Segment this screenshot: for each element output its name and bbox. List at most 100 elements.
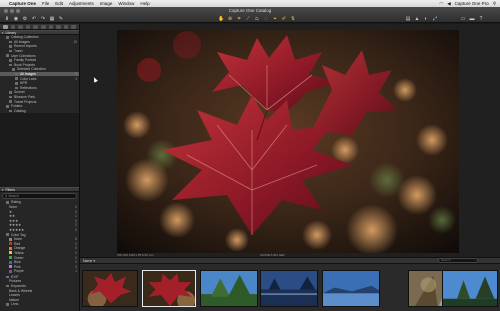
fullscreen-icon[interactable]: ⤢: [432, 16, 438, 22]
help-icon[interactable]: ?: [478, 16, 484, 22]
proof-icon[interactable]: ◐: [423, 16, 429, 22]
volume-icon[interactable]: ◀: [447, 1, 450, 7]
cursor-tools-group: ✋ ⊕ ⌗ ⟋ ⏢ ◌ ⌖ ✐ ⇅: [218, 15, 296, 22]
browser-search-input[interactable]: Search: [438, 258, 478, 263]
menu-app[interactable]: Capture One: [9, 1, 36, 6]
folder-icon: [9, 58, 12, 62]
color-tag-purple[interactable]: Purple 1: [0, 269, 79, 274]
spot-removal-icon[interactable]: ◌: [263, 16, 269, 22]
browser-toolbar: Name ▾ Search: [80, 257, 500, 264]
thumbnail[interactable]: [442, 270, 498, 307]
clock-icon: [9, 45, 12, 48]
wifi-icon[interactable]: ◠: [439, 1, 443, 7]
color-swatch-icon: [9, 265, 12, 269]
window-title: Capture One Catalog: [228, 8, 272, 13]
tools-icon[interactable]: ✎: [58, 16, 64, 22]
pan-icon[interactable]: ✋: [218, 16, 224, 22]
thumbnail-image: [143, 271, 195, 306]
toolbar-right-group: ▤ ▲ ◐ ⤢: [405, 15, 438, 22]
tab-output[interactable]: [71, 24, 76, 29]
triangle-icon: [6, 303, 9, 306]
lens-header[interactable]: Lens: [0, 302, 79, 307]
exposure-warning-icon[interactable]: ▲: [414, 16, 420, 22]
tab-details[interactable]: [48, 24, 54, 29]
thumbnail-image: [261, 271, 317, 306]
main-photo[interactable]: [117, 30, 459, 253]
triangle-icon: [6, 54, 9, 57]
color-swatch-icon: [9, 269, 12, 273]
tab-library[interactable]: [3, 24, 8, 29]
collapse-arrow-icon: ▾: [2, 187, 4, 192]
crop-icon[interactable]: ⌗: [236, 16, 242, 22]
thumbnail[interactable]: [260, 270, 318, 307]
toolbar-far-right-group: ▭ ▬ ?: [460, 15, 484, 22]
toolbar-left-group: ⬇ ◉ ⚙ ↶ ↷ ▦ ✎: [4, 15, 64, 22]
tab-color[interactable]: [18, 24, 23, 29]
tab-exposure[interactable]: [25, 24, 31, 29]
straighten-icon[interactable]: ⟋: [245, 16, 251, 22]
menu-image[interactable]: Image: [100, 1, 113, 6]
thumbnail[interactable]: [322, 270, 380, 307]
sort-dropdown[interactable]: Name ▾: [83, 259, 95, 263]
annotate-icon[interactable]: ✐: [281, 16, 287, 22]
menu-file[interactable]: File: [42, 1, 49, 6]
zoom-icon[interactable]: ⊕: [227, 16, 233, 22]
triangle-icon: [6, 104, 9, 108]
filmstrip: [80, 264, 500, 311]
thumbnail-image: [323, 271, 379, 306]
album-icon: [12, 68, 15, 71]
browser-toggle-icon[interactable]: ▬: [469, 16, 475, 22]
white-balance-icon[interactable]: ⌖: [272, 16, 278, 22]
trash-icon: [9, 49, 12, 53]
filters-section-header[interactable]: ▾ Filters: [0, 187, 79, 193]
grid-view-icon[interactable]: ▤: [405, 16, 411, 22]
window-toolbar: Capture One Catalog ⬇ ◉ ⚙ ↶ ↷ ▦ ✎ ✋ ⊕ ⌗ …: [0, 7, 500, 23]
color-swatch-icon: [9, 242, 12, 246]
menu-bar: Capture One File Edit Adjustments Image …: [0, 0, 500, 7]
thumbnail[interactable]: [200, 270, 258, 307]
album-icon: [15, 72, 18, 76]
copy-apply-icon[interactable]: ⇅: [290, 16, 296, 22]
folder-icon: [9, 95, 12, 99]
autumn-leaf-photo: [117, 30, 459, 253]
tab-lens[interactable]: [33, 24, 38, 29]
menu-right-text: Capture One Pro: [454, 1, 489, 6]
album-icon: [15, 77, 18, 80]
color-tag-list: None 8 Red 0 Orange 0 Yellow 0 Green 0 Blue 0 Pink 0 P…: [0, 237, 79, 274]
filter-search-input[interactable]: ⚲ Search: [2, 193, 77, 200]
redo-icon[interactable]: ↷: [40, 16, 46, 22]
thumbnail[interactable]: [142, 270, 196, 307]
photos-icon: [9, 40, 12, 44]
menu-adjustments[interactable]: Adjustments: [69, 1, 94, 6]
album-icon: [15, 81, 18, 85]
folder-icon: [9, 63, 12, 67]
triangle-icon: [6, 201, 9, 204]
menu-help[interactable]: Help: [140, 1, 149, 6]
color-swatch-icon: [9, 251, 12, 255]
color-swatch-icon: [9, 260, 12, 264]
import-icon[interactable]: ⬇: [4, 16, 10, 22]
color-swatch-icon: [9, 256, 12, 260]
color-swatch-icon: [9, 246, 12, 250]
tab-adjustments[interactable]: [56, 24, 61, 29]
undo-icon[interactable]: ↶: [31, 16, 37, 22]
capture-icon[interactable]: ◉: [13, 16, 19, 22]
tools-panel: ▾ Library Catalog Collection All Images 1…: [0, 24, 80, 311]
tab-metadata[interactable]: [63, 24, 69, 29]
folder-icon: [9, 91, 12, 94]
viewer-toggle-icon[interactable]: ▭: [460, 16, 466, 22]
tab-composition[interactable]: [40, 24, 46, 29]
keystone-icon[interactable]: ⏢: [254, 16, 260, 22]
menu-edit[interactable]: Edit: [55, 1, 63, 6]
thumbnail[interactable]: [82, 270, 138, 307]
thumbnail-image: [201, 271, 257, 306]
process-icon[interactable]: ⚙: [22, 16, 28, 22]
layout-icon[interactable]: ▦: [49, 16, 55, 22]
empty-panel-area: [0, 113, 79, 188]
spotlight-icon[interactable]: ⚲: [493, 1, 496, 7]
album-icon: [15, 86, 18, 90]
menu-window[interactable]: Window: [118, 1, 134, 6]
triangle-icon: [6, 284, 9, 288]
triangle-icon: [6, 275, 9, 279]
tab-capture[interactable]: [10, 24, 16, 29]
